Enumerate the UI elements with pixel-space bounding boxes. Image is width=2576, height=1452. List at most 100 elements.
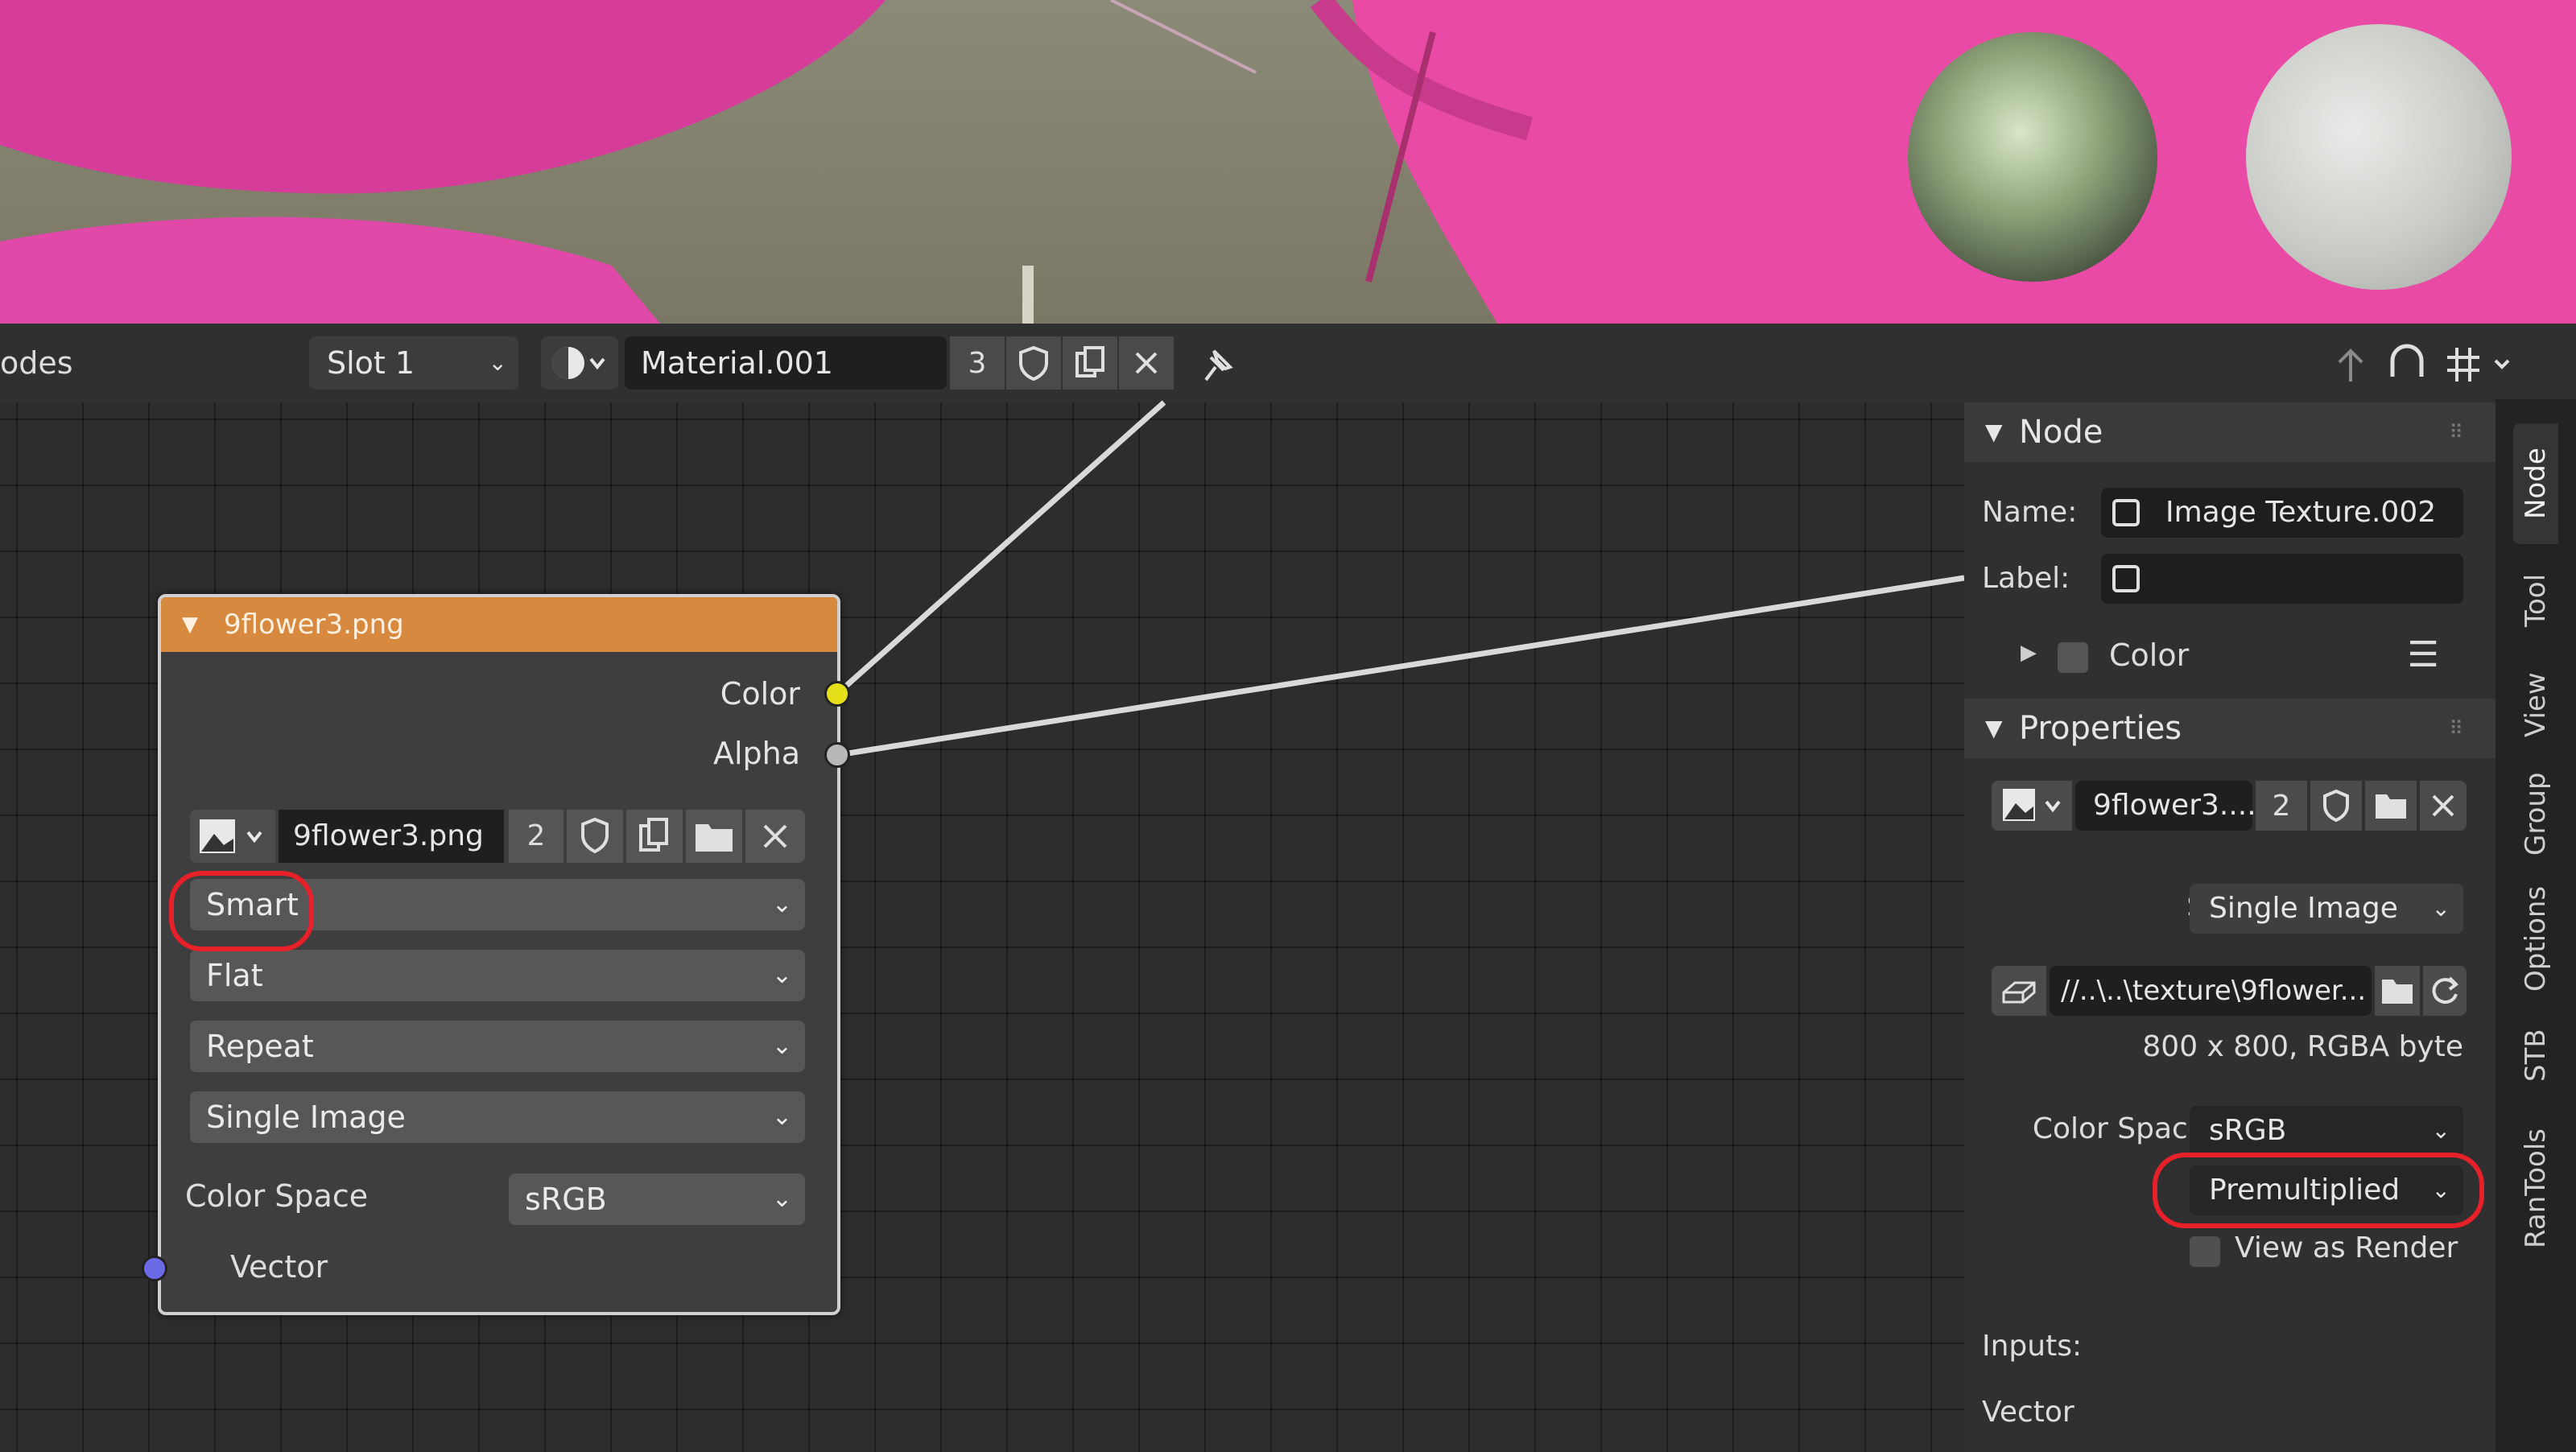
properties-image-users[interactable]: 2 xyxy=(2256,781,2307,831)
node-title: 9flower3.png xyxy=(224,608,404,641)
image-browse-button[interactable] xyxy=(190,810,275,863)
properties-image-name-field[interactable]: 9flower3.... xyxy=(2075,781,2256,831)
tab-options[interactable]: Options xyxy=(2513,874,2558,1003)
folder-icon xyxy=(2376,794,2406,819)
tab-view[interactable]: View xyxy=(2513,657,2558,753)
source-value: Single Image xyxy=(2209,892,2398,925)
image-info-text: 800 x 800, RGBA byte xyxy=(2142,1030,2463,1063)
color-space-label: Color Space xyxy=(2032,1112,2206,1145)
vector-input-socket[interactable] xyxy=(142,1256,167,1281)
expand-arrow-icon: ▶ xyxy=(2021,641,2037,665)
filepath-field[interactable]: //..\..\texture\9flower... xyxy=(2050,966,2372,1016)
color-space-dropdown[interactable]: sRGB ⌄ xyxy=(509,1174,805,1225)
color-space-label: Color Space xyxy=(185,1178,369,1214)
node-section-title: Node xyxy=(2019,414,2103,451)
filepath-row: //..\..\texture\9flower... xyxy=(1992,966,2467,1019)
extension-dropdown[interactable]: Repeat ⌄ xyxy=(190,1021,805,1072)
properties-open-button[interactable] xyxy=(2365,781,2417,831)
tab-stb[interactable]: STB xyxy=(2513,1011,2558,1099)
node-header[interactable]: ▼ 9flower3.png xyxy=(161,597,837,652)
color-subpanel-label: Color xyxy=(2109,637,2190,673)
node-name-field[interactable]: Image Texture.002 xyxy=(2101,488,2463,538)
image-icon xyxy=(200,819,262,853)
tab-rantools[interactable]: RanTools xyxy=(2513,1108,2558,1268)
filepath-value: //..\..\texture\9flower... xyxy=(2061,975,2367,1007)
image-users-count[interactable]: 2 xyxy=(509,810,564,863)
chevron-down-icon: ⌄ xyxy=(771,1103,792,1131)
folder-icon xyxy=(696,824,733,852)
color-space-dropdown[interactable]: sRGB ⌄ xyxy=(2190,1106,2463,1156)
tab-node[interactable]: Node xyxy=(2513,423,2558,544)
drag-handle-icon[interactable]: ⠿ xyxy=(2449,699,2463,758)
label-label: Label: xyxy=(1982,562,2070,595)
color-space-value: sRGB xyxy=(2209,1114,2287,1147)
image-open-button[interactable] xyxy=(686,810,742,863)
properties-image-row: 9flower3.... 2 xyxy=(1992,781,2467,834)
collapse-arrow-icon: ▼ xyxy=(1985,419,2003,445)
properties-fake-user-button[interactable] xyxy=(2310,781,2362,831)
image-texture-node[interactable]: ▼ 9flower3.png Color Alpha 9flower3.png … xyxy=(158,594,840,1315)
drag-handle-icon[interactable]: ⠿ xyxy=(2449,402,2463,462)
filepath-browse-button[interactable] xyxy=(2375,966,2420,1016)
image-icon xyxy=(2003,789,2061,821)
copy-icon xyxy=(639,818,668,852)
tab-tool[interactable]: Tool xyxy=(2513,552,2558,649)
node-icon xyxy=(2112,499,2140,526)
output-color-label: Color xyxy=(720,676,800,712)
node-name-value: Image Texture.002 xyxy=(2165,496,2437,529)
image-name-field[interactable]: 9flower3.png xyxy=(279,810,504,863)
reload-icon xyxy=(2432,976,2459,1004)
view-as-render-checkbox-row[interactable]: View as Render xyxy=(2190,1227,2463,1275)
image-new-button[interactable] xyxy=(626,810,683,863)
reload-image-button[interactable] xyxy=(2423,966,2467,1016)
output-alpha-label: Alpha xyxy=(712,736,800,771)
list-icon[interactable]: ☰ xyxy=(2408,634,2439,675)
node-label-field[interactable] xyxy=(2101,554,2463,604)
alpha-output-socket[interactable] xyxy=(824,742,850,768)
collapse-arrow-icon[interactable]: ▼ xyxy=(182,597,198,652)
color-output-socket[interactable] xyxy=(824,681,850,707)
properties-section-title: Properties xyxy=(2019,710,2182,747)
properties-section-header[interactable]: ▼ Properties ⠿ xyxy=(1964,699,2496,758)
shield-icon xyxy=(581,817,609,854)
package-icon xyxy=(2002,981,2036,1004)
image-browse-button[interactable] xyxy=(1992,781,2072,831)
chevron-down-icon: ⌄ xyxy=(771,1032,792,1060)
view-as-render-label: View as Render xyxy=(2235,1231,2458,1264)
sidebar-panel: ▼ Node ⠿ Name: Image Texture.002 Label: … xyxy=(1964,399,2496,1452)
smart-highlight-circle xyxy=(169,871,314,951)
packed-file-button[interactable] xyxy=(1992,966,2046,1016)
properties-image-name: 9flower3.... xyxy=(2093,789,2256,822)
close-icon xyxy=(763,824,787,848)
shield-icon xyxy=(2323,789,2349,823)
node-icon xyxy=(2112,565,2140,592)
close-icon xyxy=(2432,794,2454,817)
source-value: Single Image xyxy=(206,1099,406,1135)
inputs-label: Inputs: xyxy=(1982,1330,2083,1363)
color-subpanel-toggle[interactable]: ▶ Color ☰ xyxy=(2021,634,2439,683)
premultiplied-highlight-circle xyxy=(2153,1153,2484,1228)
sidebar-tabs: Node Tool View Group Options STB RanTool… xyxy=(2496,399,2576,1452)
chevron-down-icon: ⌄ xyxy=(771,1185,792,1213)
source-dropdown[interactable]: Single Image ⌄ xyxy=(2190,884,2463,934)
node-section-header[interactable]: ▼ Node ⠿ xyxy=(1964,402,2496,462)
chevron-down-icon: ⌄ xyxy=(2431,1117,2450,1144)
image-unlink-button[interactable] xyxy=(745,810,805,863)
collapse-arrow-icon: ▼ xyxy=(1985,715,2003,741)
name-label: Name: xyxy=(1982,496,2078,529)
image-users-value: 2 xyxy=(526,819,546,852)
chevron-down-icon: ⌄ xyxy=(771,890,792,918)
input-vector-label: Vector xyxy=(230,1249,328,1285)
projection-value: Flat xyxy=(206,958,263,993)
image-datablock-row: 9flower3.png 2 xyxy=(190,810,805,863)
tab-group[interactable]: Group xyxy=(2513,761,2558,866)
image-fake-user-button[interactable] xyxy=(567,810,623,863)
vector-input-label: Vector xyxy=(1982,1396,2074,1429)
projection-dropdown[interactable]: Flat ⌄ xyxy=(190,950,805,1001)
chevron-down-icon: ⌄ xyxy=(2431,895,2450,922)
properties-unlink-button[interactable] xyxy=(2420,781,2467,831)
color-checkbox[interactable] xyxy=(2058,642,2088,673)
view-as-render-checkbox[interactable] xyxy=(2190,1236,2220,1267)
extension-value: Repeat xyxy=(206,1029,314,1064)
source-dropdown[interactable]: Single Image ⌄ xyxy=(190,1091,805,1143)
